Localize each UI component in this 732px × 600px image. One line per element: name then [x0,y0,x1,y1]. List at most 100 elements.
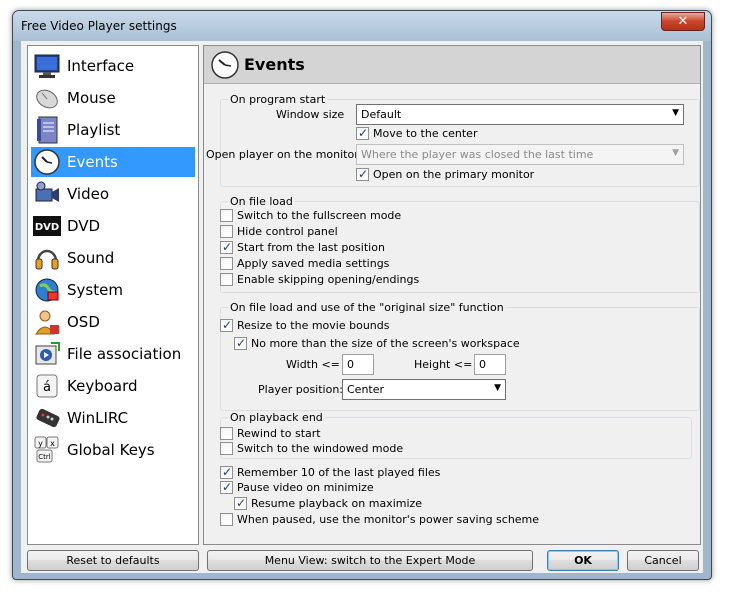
sidebar-item-events[interactable]: Events [31,147,195,177]
checkbox-label: Enable skipping opening/endings [237,273,420,286]
sidebar-item-label: System [67,281,123,299]
monitor-select[interactable]: Where the player was closed the last tim… [356,144,684,165]
sidebar-item-keyboard[interactable]: á Keyboard [31,371,195,401]
checkbox-label: Start from the last position [237,241,385,254]
hide-control-panel-checkbox[interactable]: Hide control panel [220,225,338,238]
sidebar-item-osd[interactable]: OSD [31,307,195,337]
svg-text:DVD: DVD [35,222,59,233]
checkbox-label: Resume playback on maximize [251,497,423,510]
global-keys-icon: y x Ctrl [31,436,63,464]
svg-text:á: á [43,380,51,395]
ok-button[interactable]: OK [547,550,619,571]
window-size-label: Window size [276,108,345,121]
title-bar[interactable]: Free Video Player settings ✕ [13,11,711,41]
sidebar-item-label: Mouse [67,89,116,107]
primary-monitor-checkbox[interactable]: Open on the primary monitor [356,167,535,181]
playlist-icon [31,116,63,144]
sidebar-item-sound[interactable]: Sound [31,243,195,273]
window-size-select[interactable]: Default ▼ [356,104,684,125]
sidebar-item-video[interactable]: Video [31,179,195,209]
headphones-icon [31,244,63,272]
checkbox-label: Remember 10 of the last played files [237,466,441,479]
window-size-value: Default [361,108,402,121]
checkbox-label: Pause video on minimize [237,481,374,494]
group-title: On playback end [228,411,325,424]
close-button[interactable]: ✕ [661,12,705,31]
sidebar-item-label: Keyboard [67,377,138,395]
checkbox-box [220,427,233,440]
checkbox-box [356,126,369,140]
panel-title: Events [244,55,305,74]
width-label: Width <= [286,358,340,371]
osd-person-icon [31,308,63,336]
dvd-icon: DVD [31,212,63,240]
checkbox-label: No more than the size of the screen's wo… [251,337,520,350]
dialog-client: Interface Mouse Playlist Events Video DV… [21,41,703,573]
pause-minimize-checkbox[interactable]: Pause video on minimize [220,480,374,494]
sidebar-item-label: WinLIRC [67,409,129,427]
category-sidebar: Interface Mouse Playlist Events Video DV… [27,45,199,545]
windowed-mode-checkbox[interactable]: Switch to the windowed mode [220,442,403,455]
height-label: Height <= [414,358,473,371]
file-association-icon [31,340,63,368]
checkbox-box [220,273,233,286]
checkbox-box [220,225,233,238]
checkbox-box [356,167,369,181]
monitor-value: Where the player was closed the last tim… [361,148,594,161]
height-input[interactable]: 0 [474,354,506,375]
sidebar-item-system[interactable]: System [31,275,195,305]
events-panel: Events On program start Window size Defa… [203,45,701,545]
skip-openings-checkbox[interactable]: Enable skipping opening/endings [220,273,419,286]
remote-control-icon [31,404,63,432]
settings-window: Free Video Player settings ✕ Interface M… [12,10,712,580]
sidebar-item-dvd[interactable]: DVD DVD [31,211,195,241]
checkbox-box [234,496,247,510]
sidebar-item-label: DVD [67,217,101,235]
sidebar-item-label: Global Keys [67,441,155,459]
player-position-label: Player position: [258,383,344,396]
sidebar-item-label: File association [67,345,182,363]
checkbox-box [220,257,233,270]
sidebar-item-interface[interactable]: Interface [31,51,195,81]
power-saving-checkbox[interactable]: When paused, use the monitor's power sav… [220,513,539,526]
remember-files-checkbox[interactable]: Remember 10 of the last played files [220,465,441,479]
saved-media-settings-checkbox[interactable]: Apply saved media settings [220,257,389,270]
player-position-select[interactable]: Center ▼ [342,379,506,400]
resize-bounds-checkbox[interactable]: Resize to the movie bounds [220,318,389,332]
clock-icon [210,50,240,83]
resume-maximize-checkbox[interactable]: Resume playback on maximize [234,496,423,510]
checkbox-label: Move to the center [373,127,478,140]
cancel-button[interactable]: Cancel [627,550,699,571]
checkbox-label: Open on the primary monitor [373,168,535,181]
sidebar-item-mouse[interactable]: Mouse [31,83,195,113]
sidebar-item-winlirc[interactable]: WinLIRC [31,403,195,433]
player-position-value: Center [347,383,385,396]
checkbox-label: When paused, use the monitor's power sav… [237,513,540,526]
window-title: Free Video Player settings [21,19,177,33]
group-title: On file load and use of the "original si… [228,301,506,314]
workspace-limit-checkbox[interactable]: No more than the size of the screen's wo… [234,336,520,350]
sidebar-item-file-association[interactable]: File association [31,339,195,369]
start-last-position-checkbox[interactable]: Start from the last position [220,240,385,254]
group-title: On file load [228,195,295,208]
reset-defaults-button[interactable]: Reset to defaults [27,550,199,571]
sidebar-item-global-keys[interactable]: y x Ctrl Global Keys [31,435,195,465]
checkbox-box [220,240,233,254]
svg-text:Ctrl: Ctrl [38,453,51,461]
sidebar-item-label: Playlist [67,121,121,139]
sidebar-item-label: Events [67,153,118,171]
svg-text:x: x [50,439,55,448]
checkbox-box [220,465,233,479]
checkbox-label: Switch to the fullscreen mode [237,209,402,222]
rewind-checkbox[interactable]: Rewind to start [220,427,321,440]
sidebar-item-label: OSD [67,313,100,331]
move-center-checkbox[interactable]: Move to the center [356,126,478,140]
width-input[interactable]: 0 [342,354,374,375]
checkbox-label: Switch to the windowed mode [237,442,404,455]
checkbox-box [220,480,233,494]
expert-mode-button[interactable]: Menu View: switch to the Expert Mode [207,550,533,571]
checkbox-box [220,209,233,222]
fullscreen-checkbox[interactable]: Switch to the fullscreen mode [220,209,401,222]
sidebar-item-playlist[interactable]: Playlist [31,115,195,145]
chevron-down-icon: ▼ [494,383,501,393]
